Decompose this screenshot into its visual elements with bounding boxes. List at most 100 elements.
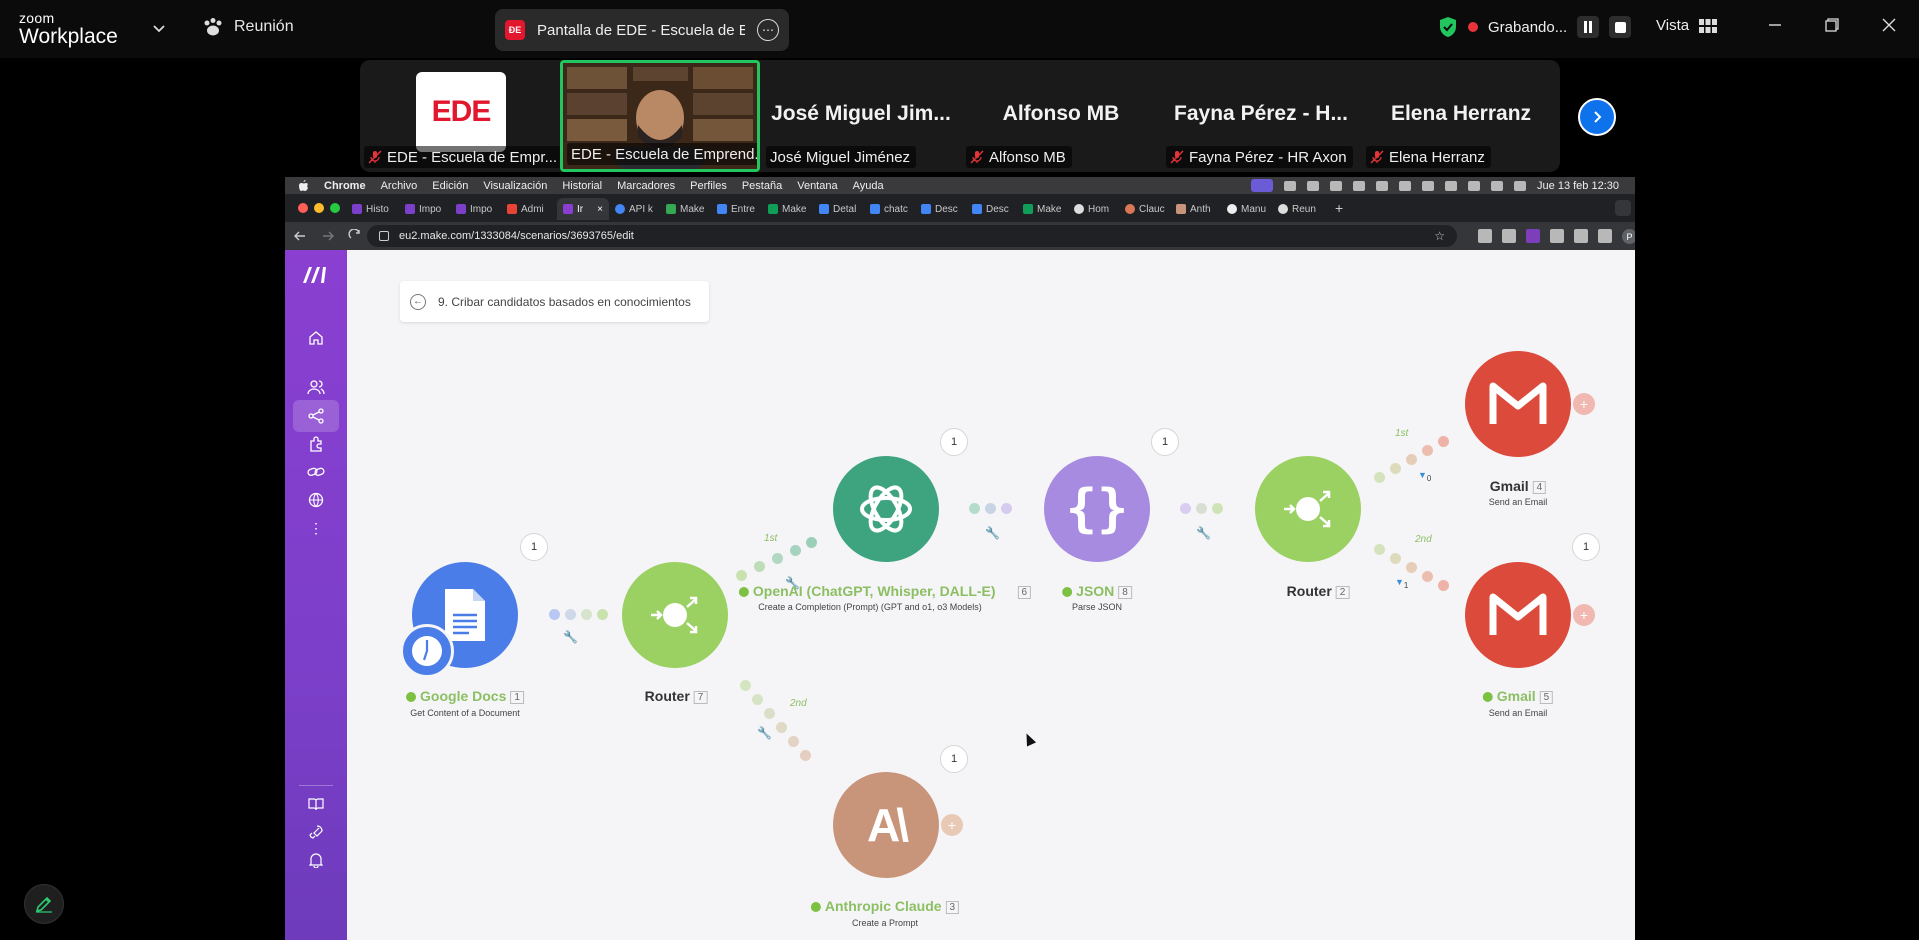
browser-tab-active[interactable]: Ir × xyxy=(557,198,609,220)
bluetooth-icon[interactable] xyxy=(1422,180,1435,191)
site-info-icon[interactable] xyxy=(379,231,389,241)
make-extension-icon[interactable] xyxy=(1526,229,1540,243)
browser-tab[interactable]: Histo xyxy=(352,198,400,220)
filter-icon[interactable]: ▼1 xyxy=(1395,577,1408,590)
brightness-icon[interactable] xyxy=(1284,180,1297,191)
extension-icon[interactable] xyxy=(1478,229,1492,243)
menu-perfiles[interactable]: Perfiles xyxy=(690,180,727,192)
browser-tab[interactable]: Make xyxy=(1023,198,1071,220)
menu-ayuda[interactable]: Ayuda xyxy=(853,180,884,192)
browser-tab[interactable]: Anth xyxy=(1176,198,1224,220)
close-button[interactable] xyxy=(1878,14,1900,36)
browser-tab[interactable]: Reun xyxy=(1278,198,1326,220)
participant-tile[interactable]: Elena Herranz Elena Herranz xyxy=(1362,60,1560,172)
filter-icon[interactable]: ▼0 xyxy=(1418,470,1431,483)
browser-tab[interactable]: Desc xyxy=(972,198,1020,220)
menu-edicion[interactable]: Edición xyxy=(432,180,468,192)
apple-icon[interactable] xyxy=(299,179,309,192)
new-tab-icon[interactable]: + xyxy=(1335,200,1343,216)
bookmark-star-icon[interactable]: ☆ xyxy=(1434,229,1445,243)
menu-historial[interactable]: Historial xyxy=(562,180,602,192)
pin-icon[interactable] xyxy=(1353,180,1366,191)
minimize-button[interactable] xyxy=(1764,14,1786,36)
browser-tab[interactable]: Hom xyxy=(1074,198,1122,220)
add-module-icon[interactable]: + xyxy=(941,814,963,836)
browser-tab[interactable]: chatc xyxy=(870,198,918,220)
gmail-module[interactable] xyxy=(1465,562,1571,668)
participant-tile[interactable]: Fayna Pérez - H... Fayna Pérez - HR Axon xyxy=(1162,60,1360,172)
browser-tab[interactable]: Clauc xyxy=(1125,198,1173,220)
annotate-button[interactable] xyxy=(24,884,64,924)
openai-status-icon[interactable] xyxy=(1376,180,1389,191)
browser-tab[interactable]: Desc xyxy=(921,198,969,220)
json-module[interactable]: {} xyxy=(1044,456,1150,562)
back-arrow-icon[interactable]: ← xyxy=(410,293,426,310)
screen-share-pill[interactable]: ÐE Pantalla de EDE - Escuela de Emp ⋯ xyxy=(495,9,789,51)
add-module-icon[interactable]: + xyxy=(1573,604,1595,626)
browser-tab[interactable]: Entre xyxy=(717,198,765,220)
menu-pestana[interactable]: Pestaña xyxy=(742,180,782,192)
extension-icon[interactable] xyxy=(1550,229,1564,243)
screen-share-status-icon[interactable] xyxy=(1251,179,1274,192)
menu-chrome[interactable]: Chrome xyxy=(324,180,366,192)
view-button[interactable]: Vista xyxy=(1656,17,1718,34)
menu-archivo[interactable]: Archivo xyxy=(381,180,418,192)
notifications-nav[interactable] xyxy=(293,844,339,876)
operation-count-bubble[interactable]: 1 xyxy=(1151,428,1179,456)
router-module[interactable] xyxy=(1255,456,1361,562)
extension-icon[interactable] xyxy=(1574,229,1588,243)
gmail-module[interactable] xyxy=(1465,351,1571,457)
restore-button[interactable] xyxy=(1821,14,1843,36)
browser-tab[interactable]: Admi xyxy=(507,198,555,220)
meeting-button[interactable]: Reunión xyxy=(202,17,294,37)
reload-icon[interactable] xyxy=(348,229,362,243)
router-module[interactable] xyxy=(622,562,728,668)
browser-tab[interactable]: Make xyxy=(768,198,816,220)
openai-module[interactable] xyxy=(833,456,939,562)
anthropic-claude-module[interactable]: A\ xyxy=(833,772,939,878)
browser-tab[interactable]: Impo xyxy=(456,198,504,220)
add-module-icon[interactable]: + xyxy=(1573,393,1595,415)
operation-count-bubble[interactable]: 1 xyxy=(520,533,548,561)
more-options-icon[interactable]: ⋯ xyxy=(757,19,779,41)
browser-tab[interactable]: Manu xyxy=(1227,198,1275,220)
schedule-clock-badge[interactable] xyxy=(400,624,454,678)
home-nav[interactable] xyxy=(293,322,339,354)
operation-count-bubble[interactable]: 1 xyxy=(1572,533,1600,561)
drive-icon[interactable] xyxy=(1330,180,1343,191)
menu-visualizacion[interactable]: Visualización xyxy=(483,180,547,192)
wrench-icon[interactable]: 🔧 xyxy=(985,526,1000,540)
wrench-icon[interactable]: 🔧 xyxy=(1196,526,1211,540)
extension-icon[interactable] xyxy=(1502,229,1516,243)
puzzle-icon[interactable] xyxy=(1598,229,1612,243)
wrench-icon[interactable]: 🔧 xyxy=(563,630,578,644)
wrench-icon[interactable]: 🔧 xyxy=(757,726,772,740)
forward-icon[interactable] xyxy=(321,229,335,243)
pause-recording-button[interactable] xyxy=(1577,16,1600,38)
cloud-icon[interactable] xyxy=(1307,180,1320,191)
operation-count-bubble[interactable]: 1 xyxy=(940,745,968,773)
browser-tab[interactable]: Detal xyxy=(819,198,867,220)
menu-marcadores[interactable]: Marcadores xyxy=(617,180,675,192)
browser-tab[interactable]: Make xyxy=(666,198,714,220)
profile-avatar[interactable]: P xyxy=(1622,229,1635,244)
menu-ventana[interactable]: Ventana xyxy=(797,180,837,192)
stop-recording-button[interactable] xyxy=(1609,16,1632,38)
make-logo[interactable] xyxy=(301,265,329,290)
participant-tile[interactable]: Alfonso MB Alfonso MB xyxy=(962,60,1160,172)
play-icon[interactable] xyxy=(1399,180,1412,191)
team-nav[interactable] xyxy=(293,371,339,403)
scenario-breadcrumb[interactable]: ← 9. Cribar candidatos basados en conoci… xyxy=(400,281,709,322)
browser-tab[interactable]: API k xyxy=(615,198,663,220)
window-zoom-dot[interactable] xyxy=(330,203,340,213)
chevron-down-icon[interactable] xyxy=(151,20,167,36)
control-center-icon[interactable] xyxy=(1514,180,1527,191)
participant-tile[interactable]: EDE EDE - Escuela de Empr... xyxy=(360,60,564,172)
wifi-icon[interactable] xyxy=(1468,180,1481,191)
search-icon[interactable] xyxy=(1491,180,1504,191)
address-bar[interactable]: eu2.make.com/1333084/scenarios/3693765/e… xyxy=(367,225,1457,247)
tab-search-icon[interactable] xyxy=(1615,200,1631,216)
more-nav[interactable]: ⋮ xyxy=(293,512,339,544)
participant-tile[interactable]: José Miguel Jim... José Miguel Jiménez xyxy=(762,60,960,172)
window-close-dot[interactable] xyxy=(298,203,308,213)
